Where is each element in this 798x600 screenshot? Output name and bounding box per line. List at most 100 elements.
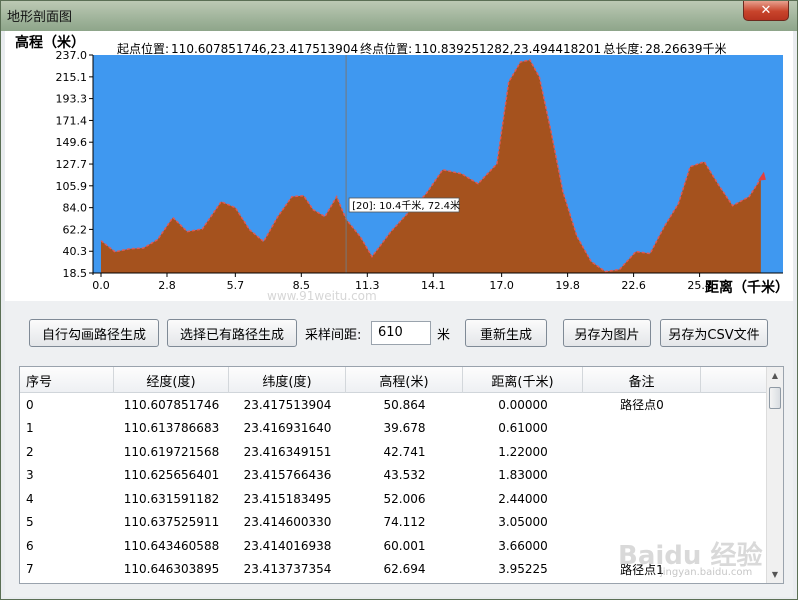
close-button[interactable]: ✕ [743, 1, 789, 21]
interval-unit: 米 [437, 328, 451, 343]
y-tick-label: 105.9 [56, 180, 88, 193]
x-tick-label: 5.7 [227, 279, 245, 292]
table-cell [583, 511, 701, 535]
table-row[interactable]: 0 110.607851746 23.417513904 50.864 0.00000 路… [20, 393, 767, 417]
table-cell: 5 [26, 515, 34, 530]
vertical-scrollbar[interactable]: ▲ ▼ [766, 367, 783, 583]
y-axis-label: 高程（米） [15, 34, 85, 51]
profile-info: 起点位置: 110.607851746,23.417513904 终点位置: 110.… [117, 41, 727, 56]
table-cell: 1.22000 [498, 444, 548, 459]
x-tick-label: 19.8 [555, 279, 580, 292]
title-bar[interactable]: 地形剖面图 ✕ [1, 1, 797, 31]
table-cell: 43.532 [383, 468, 426, 483]
table-cell: 110.631591182 [123, 491, 220, 506]
y-tick-label: 149.6 [56, 136, 88, 149]
table-cell: 110.613786683 [123, 421, 220, 436]
table-cell: 1.83000 [498, 468, 548, 483]
table-cell: 路径点0 [620, 398, 664, 413]
table-cell: 60.001 [383, 538, 426, 553]
table-row[interactable]: 2 110.619721568 23.416349151 42.741 1.22000 [20, 440, 767, 464]
table-cell: 23.415183495 [243, 491, 332, 506]
end-value: 110.839251282,23.494418201 [414, 42, 601, 56]
table-cell: 110.637525911 [123, 515, 220, 530]
column-header[interactable]: 经度(度) [114, 367, 229, 393]
scroll-down-icon[interactable]: ▼ [767, 566, 783, 583]
table-row[interactable]: 3 110.625656401 23.415766436 43.532 1.83000 [20, 464, 767, 488]
table-cell: 110.625656401 [123, 468, 220, 483]
save-csv-button[interactable]: 另存为CSV文件 [660, 319, 768, 347]
table-cell: 0.61000 [498, 421, 548, 436]
elevation-chart: [20]: 10.4千米, 72.4米 237.0215.1193.3171.4… [15, 34, 789, 296]
y-tick-label: 215.1 [56, 71, 88, 84]
table-cell: 23.414600330 [243, 515, 332, 530]
column-header[interactable]: 序号 [20, 367, 114, 393]
draw-path-button[interactable]: 自行勾画路径生成 [29, 319, 159, 347]
column-header[interactable]: 纬度(度) [229, 367, 346, 393]
table-cell: 1 [26, 421, 34, 436]
x-tick-label: 14.1 [421, 279, 446, 292]
y-tick-label: 193.3 [56, 93, 88, 106]
table-header: 序号 经度(度) 纬度(度) 高程(米) 距离(千米) 备注 [20, 367, 767, 393]
table-cell: 3.95225 [498, 562, 548, 577]
table-cell: 110.607851746 [123, 397, 220, 412]
table-cell [583, 417, 701, 441]
table-cell: 110.643460588 [123, 538, 220, 553]
table-row[interactable]: 4 110.631591182 23.415183495 52.006 2.44000 [20, 487, 767, 511]
table-cell: 23.417513904 [243, 397, 332, 412]
column-header[interactable]: 距离(千米) [463, 367, 583, 393]
tooltip-text: [20]: 10.4千米, 72.4米 [352, 199, 460, 212]
column-header[interactable]: 备注 [583, 367, 701, 393]
table-cell: 23.414016938 [243, 538, 332, 553]
table-cell: 0 [26, 397, 34, 412]
table-cell: 3.66000 [498, 538, 548, 553]
scroll-thumb[interactable] [769, 387, 781, 409]
length-label: 总长度: [603, 41, 643, 56]
x-tick-label: 0.0 [92, 279, 110, 292]
table-cell: 42.741 [383, 444, 426, 459]
y-tick-label: 171.4 [56, 114, 88, 127]
scroll-up-icon[interactable]: ▲ [767, 367, 783, 384]
baidu-sub-watermark: jingyan.baidu.com [660, 567, 753, 578]
table-cell: 110.619721568 [123, 444, 220, 459]
table-cell: 3 [26, 468, 34, 483]
table-cell: 4 [26, 491, 34, 506]
y-tick-label: 127.7 [56, 158, 88, 171]
interval-label: 采样间距: [305, 328, 362, 343]
y-tick-label: 40.3 [63, 245, 88, 258]
table-cell: 0.00000 [498, 397, 548, 412]
table-cell: 62.694 [383, 562, 426, 577]
table-cell [583, 440, 701, 464]
table-cell: 23.415766436 [243, 468, 332, 483]
table-row[interactable]: 5 110.637525911 23.414600330 74.112 3.05000 [20, 511, 767, 535]
x-axis-label: 距离（千米） [705, 279, 789, 296]
table-cell: 7 [26, 562, 34, 577]
select-path-button[interactable]: 选择已有路径生成 [167, 319, 297, 347]
save-image-button[interactable]: 另存为图片 [563, 319, 651, 347]
table-cell: 74.112 [383, 515, 426, 530]
table-cell: 50.864 [383, 397, 426, 412]
table-cell [583, 464, 701, 488]
table-cell: 52.006 [383, 491, 426, 506]
start-label: 起点位置: [117, 41, 169, 56]
table-cell: 3.05000 [498, 515, 548, 530]
x-tick-label: 17.0 [489, 279, 514, 292]
x-tick-label: 2.8 [158, 279, 176, 292]
cursor-tooltip: [20]: 10.4千米, 72.4米 [348, 197, 460, 213]
elevation-chart-panel: [20]: 10.4千米, 72.4米 237.0 215.1 193.3 171.4… [5, 31, 793, 303]
y-tick-label: 84.0 [63, 202, 88, 215]
table-cell: 2 [26, 444, 34, 459]
table-cell: 23.416349151 [243, 444, 332, 459]
table-cell [583, 487, 701, 511]
column-header[interactable]: 高程(米) [346, 367, 463, 393]
y-tick-label: 62.2 [63, 223, 88, 236]
table-row[interactable]: 1 110.613786683 23.416931640 39.678 0.61000 [20, 417, 767, 441]
table-cell: 23.416931640 [243, 421, 332, 436]
regenerate-button[interactable]: 重新生成 [465, 319, 547, 347]
start-value: 110.607851746,23.417513904 [171, 42, 358, 56]
client-area: [20]: 10.4千米, 72.4米 237.0 215.1 193.3 171.4… [5, 31, 793, 597]
site-watermark: www.91weitu.com [267, 289, 377, 303]
table-cell: 39.678 [383, 421, 426, 436]
profile-table[interactable]: 序号 经度(度) 纬度(度) 高程(米) 距离(千米) 备注 0 110.607851746… [19, 366, 784, 584]
interval-input[interactable]: 610 [371, 321, 431, 345]
length-value: 28.26639千米 [645, 42, 726, 56]
